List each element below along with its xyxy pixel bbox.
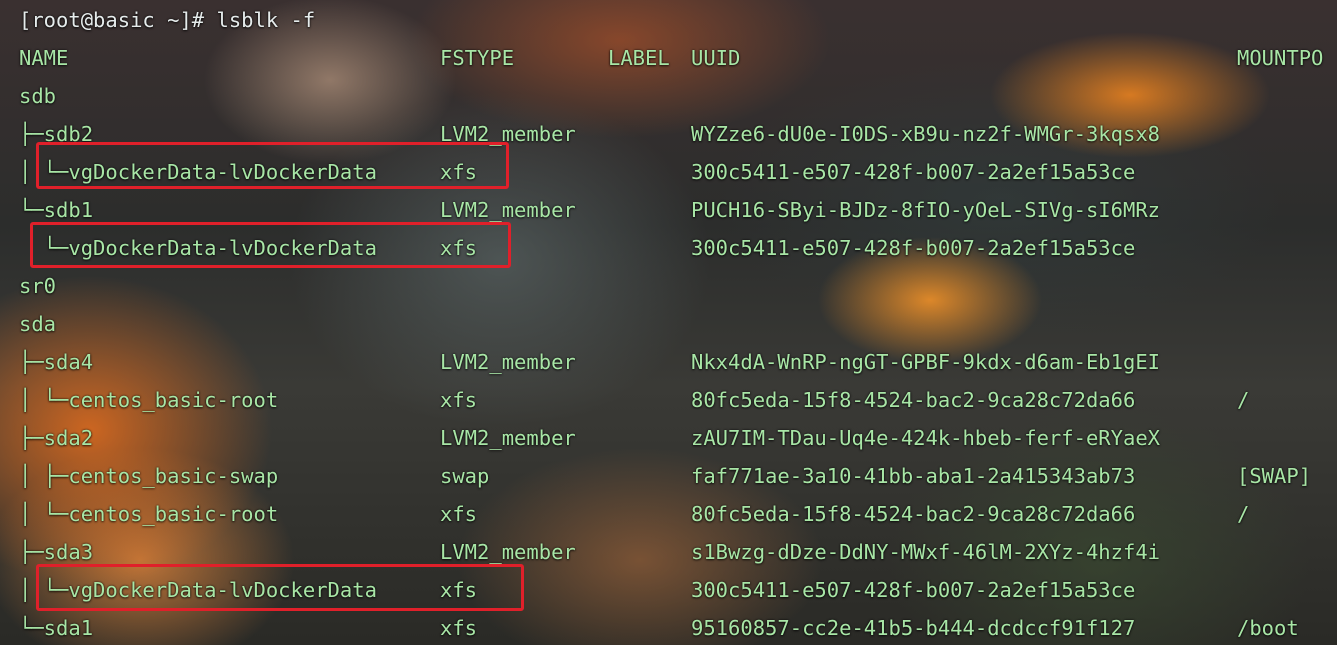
cell-uuid: 300c5411-e507-428f-b007-2a2ef15a53ce xyxy=(691,160,1136,184)
cell-uuid: 95160857-cc2e-41b5-b444-dcdccf91f127 xyxy=(691,616,1136,640)
table-row: │ ├─centos_basic-swap swap faf771ae-3a10-4… xyxy=(0,459,1337,493)
cell-name: ├─sda2 xyxy=(19,426,94,450)
shell-prompt: [root@basic ~]# lsblk -f xyxy=(19,8,316,32)
cell-uuid: 300c5411-e507-428f-b007-2a2ef15a53ce xyxy=(691,236,1136,260)
header-mountpoint: MOUNTPO xyxy=(1237,46,1324,70)
cell-uuid: s1Bwzg-dDze-DdNY-MWxf-46lM-2XYz-4hzf4i xyxy=(691,540,1160,564)
table-row: sda xyxy=(0,307,1337,341)
cell-name: │ └─centos_basic-root xyxy=(19,502,279,526)
header-label: LABEL xyxy=(608,46,670,70)
cell-name: sdb xyxy=(19,84,57,108)
cell-name: sda xyxy=(19,312,57,336)
cell-uuid: PUCH16-SByi-BJDz-8fIO-yOeL-SIVg-sI6MRz xyxy=(691,198,1160,222)
highlight-box-sdb2-lv xyxy=(36,142,509,189)
table-row: ├─sda2 LVM2_member zAU7IM-TDau-Uq4e-424k-h… xyxy=(0,421,1337,455)
cell-name: │ ├─centos_basic-swap xyxy=(19,464,279,488)
command-line: [root@basic ~]# lsblk -f xyxy=(0,3,1337,37)
highlight-box-sda3-lv xyxy=(36,564,524,611)
header-fstype: FSTYPE xyxy=(440,46,515,70)
table-row: sr0 xyxy=(0,269,1337,303)
cell-fstype: xfs xyxy=(440,502,478,526)
cell-name: │ └─centos_basic-root xyxy=(19,388,279,412)
cell-fstype: LVM2_member xyxy=(440,426,576,450)
table-row: │ └─centos_basic-root xfs 80fc5eda-15f8-45… xyxy=(0,383,1337,417)
cell-uuid: 300c5411-e507-428f-b007-2a2ef15a53ce xyxy=(691,578,1136,602)
cell-uuid: Nkx4dA-WnRP-ngGT-GPBF-9kdx-d6am-Eb1gEI xyxy=(691,350,1160,374)
cell-fstype: swap xyxy=(440,464,490,488)
table-row: ├─sda4 LVM2_member Nkx4dA-WnRP-ngGT-GPBF-9… xyxy=(0,345,1337,379)
cell-name: └─sda1 xyxy=(19,616,94,640)
table-header: NAME FSTYPE LABEL UUID MOUNTPO xyxy=(0,41,1337,75)
cell-name: ├─sda4 xyxy=(19,350,94,374)
cell-uuid: 80fc5eda-15f8-4524-bac2-9ca28c72da66 xyxy=(691,502,1136,526)
cell-mountpoint: / xyxy=(1237,388,1250,412)
cell-mountpoint: / xyxy=(1237,502,1250,526)
table-row: └─sda1 xfs 95160857-cc2e-41b5-b444-dcdccf9… xyxy=(0,611,1337,645)
cell-fstype: xfs xyxy=(440,388,478,412)
cell-mountpoint: /boot xyxy=(1237,616,1299,640)
cell-mountpoint: [SWAP] xyxy=(1237,464,1312,488)
table-row: │ └─centos_basic-root xfs 80fc5eda-15f8-45… xyxy=(0,497,1337,531)
highlight-box-sdb1-lv xyxy=(30,222,511,268)
table-row: sdb xyxy=(0,79,1337,113)
cell-uuid: zAU7IM-TDau-Uq4e-424k-hbeb-ferf-eRYaeX xyxy=(691,426,1160,450)
cell-name: sr0 xyxy=(19,274,57,298)
cell-uuid: 80fc5eda-15f8-4524-bac2-9ca28c72da66 xyxy=(691,388,1136,412)
terminal-window[interactable]: [root@basic ~]# lsblk -f NAME FSTYPE LAB… xyxy=(0,0,1337,645)
cell-fstype: xfs xyxy=(440,616,478,640)
cell-fstype: LVM2_member xyxy=(440,350,576,374)
header-uuid: UUID xyxy=(691,46,741,70)
cell-uuid: faf771ae-3a10-41bb-aba1-2a415343ab73 xyxy=(691,464,1136,488)
header-name: NAME xyxy=(19,46,69,70)
cell-uuid: WYZze6-dU0e-I0DS-xB9u-nz2f-WMGr-3kqsx8 xyxy=(691,122,1160,146)
